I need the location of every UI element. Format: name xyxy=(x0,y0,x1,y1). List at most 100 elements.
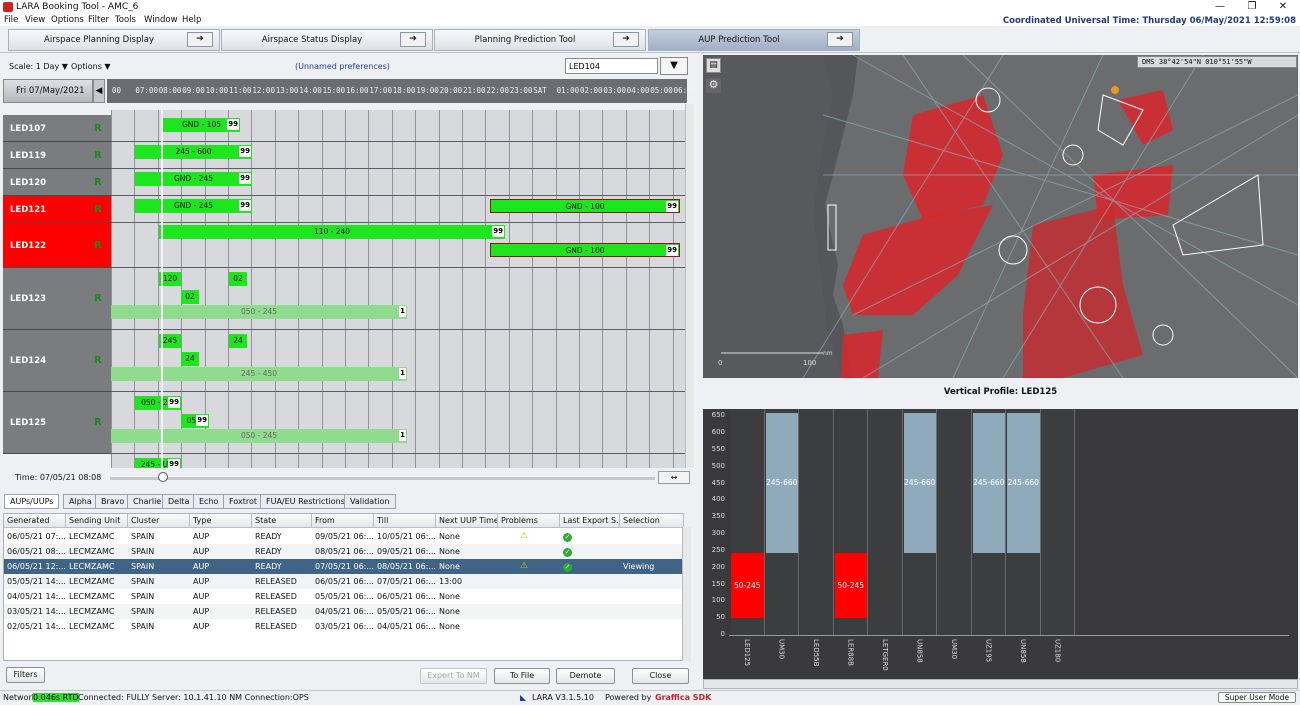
restore-button[interactable]: ❐ xyxy=(1237,0,1267,14)
col-header-last-export-s-[interactable]: Last Export S... xyxy=(560,514,620,528)
col-header-cluster[interactable]: Cluster xyxy=(128,514,190,528)
booking-bar-label: 245 - 450 xyxy=(240,369,278,378)
tab-airspace-planning[interactable]: Airspace Planning Display ➔ xyxy=(8,29,220,51)
table-row[interactable]: 04/05/21 14:... LECMZAMC SPAIN AUP RELEASED 0… xyxy=(4,589,684,604)
grid-scrollbar[interactable] xyxy=(685,104,694,468)
demote-button[interactable]: Demote xyxy=(556,668,615,684)
scale-zero: 0 xyxy=(718,359,722,367)
tab-planning-prediction[interactable]: Planning Prediction Tool ➔ xyxy=(434,29,646,51)
options-dropdown[interactable]: Options ▼ xyxy=(71,62,111,71)
booking-bar[interactable]: 050 - 2... 99 xyxy=(135,396,181,410)
timeline-left-arrow-icon[interactable]: ◀ xyxy=(93,79,105,103)
menu-help[interactable]: Help xyxy=(182,15,201,25)
col-header-generated[interactable]: Generated xyxy=(4,514,66,528)
booking-bar[interactable]: 245 - 600 99 xyxy=(135,145,252,159)
menu-tools[interactable]: Tools xyxy=(115,15,136,25)
airspace-filter-input[interactable] xyxy=(565,58,658,74)
col-header-till[interactable]: Till xyxy=(374,514,436,528)
preferences-link[interactable]: (Unnamed preferences) xyxy=(295,62,390,71)
col-header-selection[interactable]: Selection xyxy=(620,514,684,528)
date-selector[interactable]: Fri 07/May/2021 xyxy=(3,79,93,103)
close-window-button[interactable]: ✕ xyxy=(1268,0,1298,14)
title-bar: LARA Booking Tool - AMC_6 — ❐ ✕ xyxy=(0,0,1300,14)
time-slider-track[interactable] xyxy=(110,477,655,480)
close-button[interactable]: Close xyxy=(632,668,689,684)
table-row[interactable]: 05/05/21 14:... LECMZAMC SPAIN AUP RELEASED 0… xyxy=(4,574,684,589)
menu-view[interactable]: View xyxy=(25,15,45,25)
gear-icon[interactable]: ⚙ xyxy=(706,78,721,93)
col-header-type[interactable]: Type xyxy=(190,514,252,528)
col-header-from[interactable]: From xyxy=(312,514,374,528)
to-file-button[interactable]: To File xyxy=(494,668,550,684)
booking-bar[interactable]: 110 - 240 99 xyxy=(159,225,505,239)
profile-column: 50-245 xyxy=(731,409,765,635)
booking-bar[interactable]: 02 xyxy=(229,272,247,286)
super-user-mode-button[interactable]: Super User Mode xyxy=(1218,692,1296,703)
tab-popout-button[interactable]: ➔ xyxy=(187,32,213,47)
filters-button[interactable]: Filters xyxy=(6,667,45,683)
col-header-state[interactable]: State xyxy=(252,514,312,528)
tab-popout-button[interactable]: ➔ xyxy=(400,32,426,47)
time-expand-arrows-icon[interactable]: ↔ xyxy=(658,471,690,484)
export-to-nm-button[interactable]: Export To NM xyxy=(420,668,487,684)
profile-scrollbar[interactable] xyxy=(703,679,1298,689)
tab-aups-uups[interactable]: AUPs/UUPs xyxy=(4,494,60,509)
row-label-led122[interactable]: LED122 R xyxy=(3,223,111,268)
map-splitter[interactable] xyxy=(703,378,1298,386)
table-cell: READY xyxy=(255,562,282,571)
tab-popout-button[interactable]: ➔ xyxy=(613,32,639,47)
tab-alpha[interactable]: Alpha xyxy=(63,494,98,509)
booking-bar[interactable]: 050 - 245 1 xyxy=(111,305,407,319)
minimize-button[interactable]: — xyxy=(1205,0,1235,14)
row-label-led123[interactable]: LED123 R xyxy=(3,268,111,330)
row-label-led107[interactable]: LED107 R xyxy=(3,115,111,142)
table-row[interactable]: 06/05/21 07:... LECMZAMC SPAIN AUP READY 09/0… xyxy=(4,529,684,544)
booking-bar[interactable]: GND - 245 99 xyxy=(135,172,252,186)
tab-aup-prediction[interactable]: AUP Prediction Tool ➔ xyxy=(648,29,860,51)
row-label-led120[interactable]: LED120 R xyxy=(3,169,111,196)
filter-funnel-icon[interactable]: ▼ xyxy=(660,57,688,75)
menu-filter[interactable]: Filter xyxy=(88,15,109,25)
table-row[interactable]: 02/05/21 14:... LECMZAMC SPAIN AUP RELEASED 0… xyxy=(4,619,684,634)
row-label-led125[interactable]: LED125 R xyxy=(3,392,111,454)
tab-airspace-status[interactable]: Airspace Status Display ➔ xyxy=(221,29,433,51)
col-header-next-uup-time[interactable]: Next UUP Time xyxy=(436,514,498,528)
airspace-map[interactable]: 0 100 nm ▤ ⚙ xyxy=(703,55,1298,378)
booking-bar[interactable]: 05... 99 xyxy=(181,414,209,428)
tab-popout-button[interactable]: ➔ xyxy=(827,32,853,47)
tab-fua-eu-restrictions[interactable]: FUA/EU Restrictions xyxy=(260,494,351,509)
menu-window[interactable]: Window xyxy=(144,15,178,25)
menu-file[interactable]: File xyxy=(4,15,18,25)
booking-bar[interactable]: 245 - 450 1 xyxy=(111,367,407,381)
map-layers-icon[interactable]: ▤ xyxy=(706,58,721,73)
booking-bar[interactable]: 245 - U... 99 xyxy=(135,458,181,468)
table-scrollbar[interactable] xyxy=(682,527,691,661)
booking-bar[interactable]: 02 xyxy=(181,290,199,304)
row-label-led121[interactable]: LED121 R xyxy=(3,196,111,223)
time-slider-knob[interactable] xyxy=(158,472,168,482)
scale-dropdown[interactable]: Scale: 1 Day ▼ xyxy=(9,62,68,71)
col-header-problems[interactable]: Problems xyxy=(498,514,560,528)
booking-bar[interactable]: GND - 100 99 xyxy=(490,243,680,257)
booking-bar[interactable]: GND - 105 99 xyxy=(163,118,240,132)
row-label-led119[interactable]: LED119 R xyxy=(3,142,111,169)
booking-bar[interactable]: 24 xyxy=(181,352,199,366)
booking-bar[interactable]: GND - 245 99 xyxy=(135,199,252,213)
tab-foxtrot[interactable]: Foxtrot xyxy=(223,494,263,509)
booking-bar[interactable]: 24 xyxy=(229,334,247,348)
profile-column-name: UM30 xyxy=(777,639,786,660)
current-time-line xyxy=(161,104,163,468)
tab-validation[interactable]: Validation xyxy=(344,494,396,509)
booking-bar[interactable]: 050 - 245 1 xyxy=(111,429,407,443)
table-row[interactable]: 03/05/21 14:... LECMZAMC SPAIN AUP RELEASED 0… xyxy=(4,604,684,619)
menu-options[interactable]: Options xyxy=(51,15,84,25)
booking-bar[interactable]: GND - 100 99 xyxy=(490,199,680,213)
table-row[interactable]: 06/05/21 08:... LECMZAMC SPAIN AUP READY 08/0… xyxy=(4,544,684,559)
table-row[interactable]: 06/05/21 12:... LECMZAMC SPAIN AUP READY 07/0… xyxy=(4,559,684,574)
tab-delta[interactable]: Delta xyxy=(162,494,196,509)
tab-bravo[interactable]: Bravo xyxy=(95,494,131,509)
tab-echo[interactable]: Echo xyxy=(193,494,225,509)
row-label-led124[interactable]: LED124 R xyxy=(3,330,111,392)
booking-bar-label: 120 xyxy=(162,274,178,283)
col-header-sending-unit[interactable]: Sending Unit xyxy=(66,514,128,528)
